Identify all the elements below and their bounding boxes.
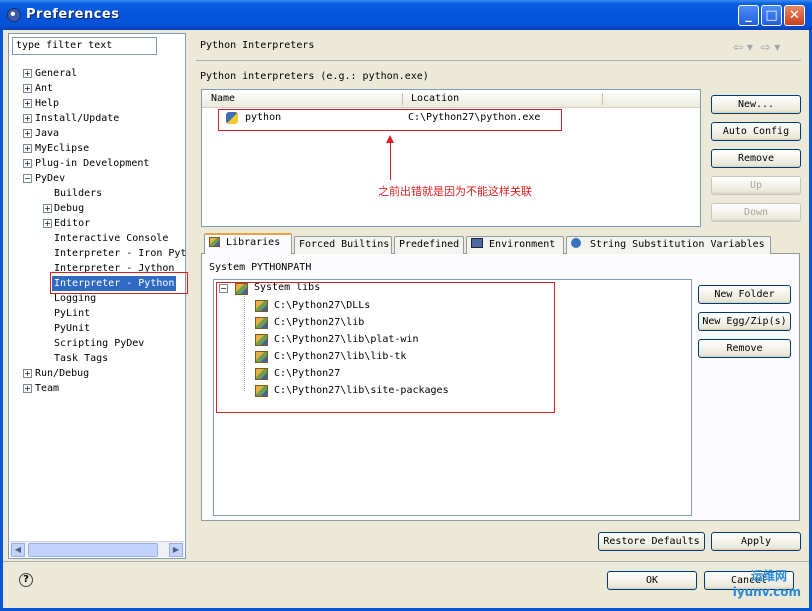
expand-icon[interactable]: +	[23, 84, 32, 93]
tree-item[interactable]: Java	[35, 126, 59, 141]
eclipse-icon	[7, 8, 21, 22]
tab-environment[interactable]: Environment	[466, 236, 564, 254]
new-egg-zip-button[interactable]: New Egg/Zip(s)	[698, 312, 791, 331]
expand-icon[interactable]: +	[43, 204, 52, 213]
tree-item[interactable]: Interactive Console	[54, 231, 168, 246]
tab-predefined[interactable]: Predefined	[394, 236, 464, 254]
collapse-icon[interactable]: −	[23, 174, 32, 183]
column-name[interactable]: Name	[211, 93, 235, 104]
expand-icon[interactable]: +	[23, 69, 32, 78]
tree-item[interactable]: Task Tags	[54, 351, 108, 366]
tree-item[interactable]: General	[35, 66, 77, 81]
tab-forced-builtins[interactable]: Forced Builtins	[294, 236, 392, 254]
highlight-box-tree-item	[50, 272, 188, 294]
page-title: Python Interpreters	[200, 40, 315, 51]
system-pythonpath-label: System PYTHONPATH	[209, 262, 312, 273]
libraries-icon	[209, 237, 220, 247]
filter-input[interactable]: type filter text	[12, 37, 157, 55]
minimize-button[interactable]: _	[738, 5, 759, 26]
tree-horizontal-scrollbar[interactable]: ◀ ▶	[10, 541, 184, 557]
expand-icon[interactable]: +	[23, 114, 32, 123]
close-button[interactable]: ✕	[784, 5, 805, 26]
preferences-window: Preferences _ □ ✕ type filter text Gener…	[0, 0, 812, 611]
preference-tree-panel: type filter text General + Ant + Help + Instal…	[8, 33, 186, 559]
expand-icon[interactable]: +	[23, 129, 32, 138]
footer-separator	[3, 561, 809, 562]
auto-config-button[interactable]: Auto Config	[711, 122, 801, 141]
forward-arrow-icon[interactable]: ⇨ ▾	[761, 40, 781, 54]
scroll-left-icon[interactable]: ◀	[11, 543, 25, 557]
scroll-right-icon[interactable]: ▶	[169, 543, 183, 557]
column-location[interactable]: Location	[411, 93, 459, 104]
header-separator	[196, 60, 801, 61]
expand-icon[interactable]: +	[23, 99, 32, 108]
history-navigation[interactable]: ⇦ ▾ ⇨ ▾	[733, 40, 780, 54]
tree-item[interactable]: Help	[35, 96, 59, 111]
tree-item[interactable]: PyUnit	[54, 321, 90, 336]
new-folder-button[interactable]: New Folder	[698, 285, 791, 304]
expand-icon[interactable]: +	[43, 219, 52, 228]
tree-item[interactable]: PyLint	[54, 306, 90, 321]
back-arrow-icon[interactable]: ⇦ ▾	[733, 40, 753, 54]
environment-icon	[471, 238, 483, 248]
tree-item[interactable]: Interpreter - Iron Pyt	[54, 246, 186, 261]
remove-interpreter-button[interactable]: Remove	[711, 149, 801, 168]
tree-item[interactable]: Ant	[35, 81, 53, 96]
tab-libraries[interactable]: Libraries	[204, 233, 292, 254]
tree-item[interactable]: PyDev	[35, 171, 65, 186]
expand-icon[interactable]: +	[23, 144, 32, 153]
window-title: Preferences	[26, 7, 120, 22]
apply-button[interactable]: Apply	[711, 532, 801, 551]
down-button[interactable]: Down	[711, 203, 801, 222]
tree-item[interactable]: Team	[35, 381, 59, 396]
tree-item[interactable]: Run/Debug	[35, 366, 89, 381]
interpreters-label: Python interpreters (e.g.: python.exe)	[200, 71, 429, 82]
tab-string-substitution[interactable]: String Substitution Variables	[566, 236, 771, 254]
highlight-box-libs	[216, 282, 555, 413]
remove-lib-button[interactable]: Remove	[698, 339, 791, 358]
title-bar[interactable]: Preferences _ □ ✕	[0, 0, 812, 30]
table-header: Name Location	[202, 90, 700, 108]
annotation-text: 之前出错就是因为不能这样关联	[378, 185, 532, 198]
expand-icon[interactable]: +	[23, 369, 32, 378]
tree-item[interactable]: Install/Update	[35, 111, 119, 126]
ok-button[interactable]: OK	[607, 571, 697, 590]
tree-item[interactable]: Editor	[54, 216, 90, 231]
expand-icon[interactable]: +	[23, 384, 32, 393]
tree-item[interactable]: Debug	[54, 201, 84, 216]
up-button[interactable]: Up	[711, 176, 801, 195]
tree-item[interactable]: Plug-in Development	[35, 156, 149, 171]
highlight-box-interpreter	[218, 109, 562, 131]
new-interpreter-button[interactable]: New...	[711, 95, 801, 114]
restore-defaults-button[interactable]: Restore Defaults	[598, 532, 705, 551]
maximize-button[interactable]: □	[761, 5, 782, 26]
expand-icon[interactable]: +	[23, 159, 32, 168]
tree-item[interactable]: Builders	[54, 186, 102, 201]
tree-item[interactable]: MyEclipse	[35, 141, 89, 156]
tree-item[interactable]: Scripting PyDev	[54, 336, 144, 351]
site-watermark: 运维网 iyunv.com	[732, 569, 801, 599]
help-icon[interactable]: ?	[19, 573, 33, 587]
scroll-thumb[interactable]	[28, 543, 158, 557]
variables-icon	[571, 238, 581, 248]
